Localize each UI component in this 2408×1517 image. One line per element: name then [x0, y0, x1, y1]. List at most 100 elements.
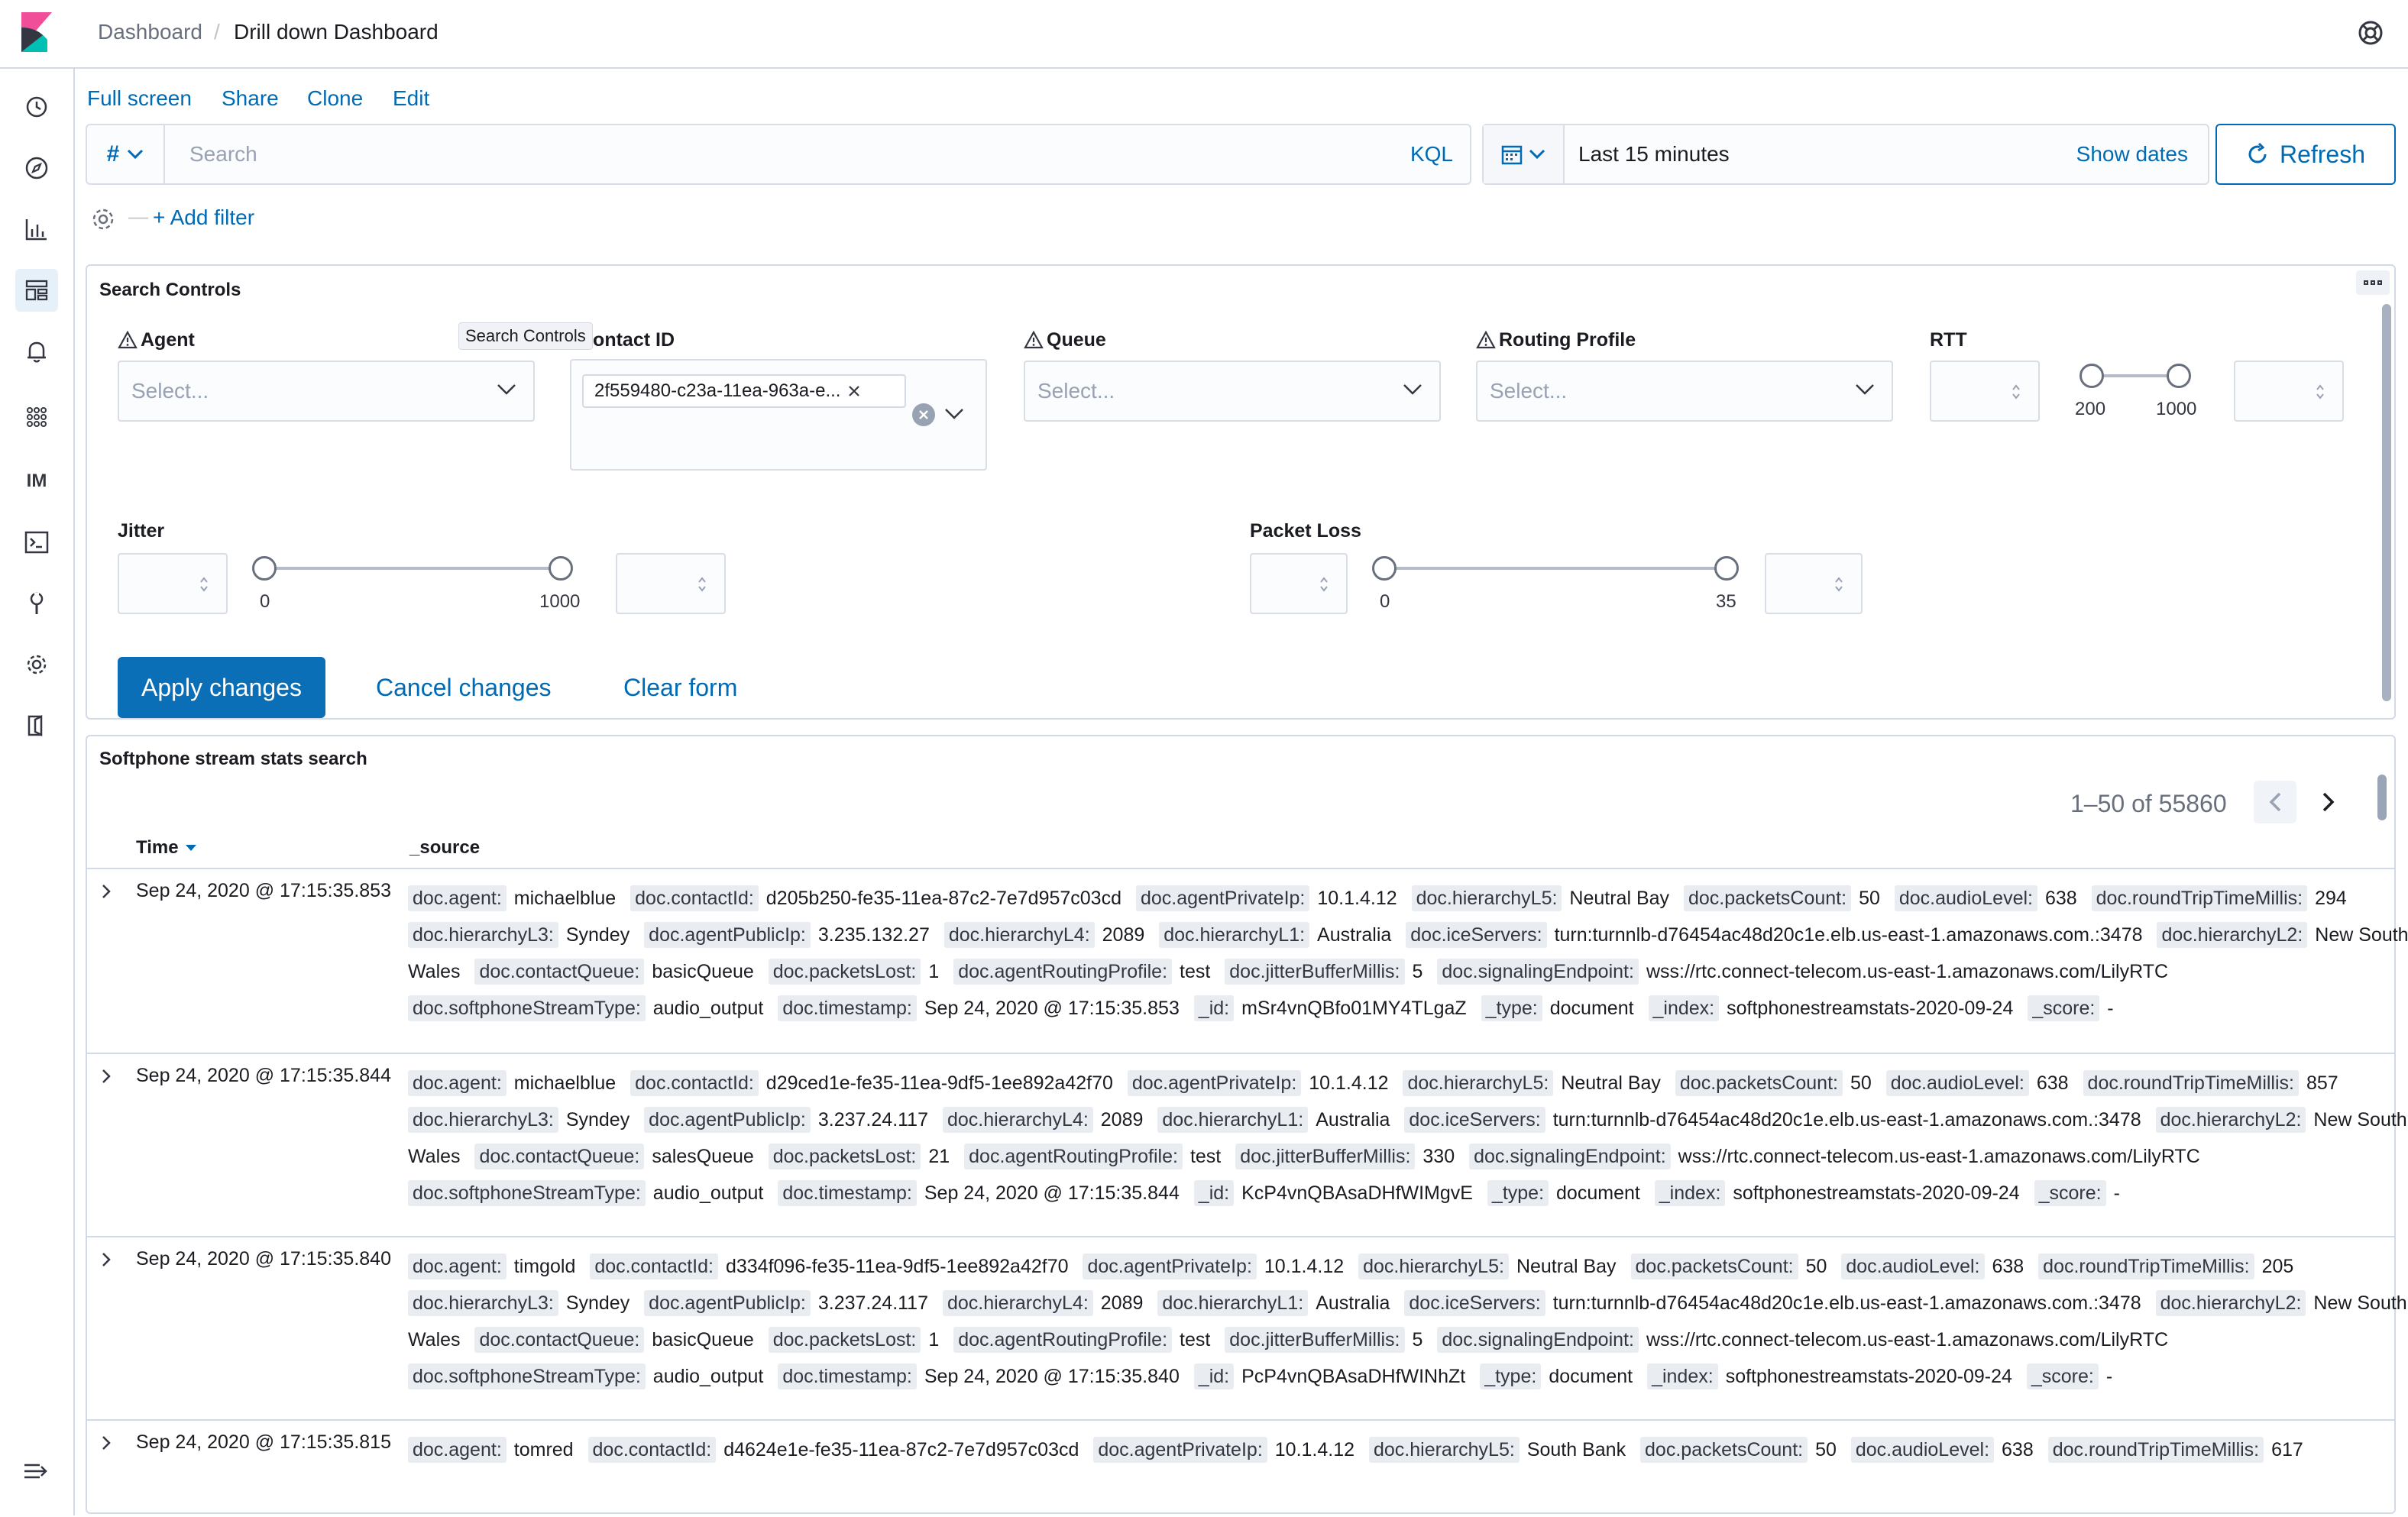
chevron-down-icon — [497, 384, 516, 395]
field-value: mSr4vnQBfo01MY4TLgaZ — [1241, 998, 1467, 1019]
routing-profile-select[interactable]: Select... — [1476, 361, 1893, 422]
queue-select[interactable]: Select... — [1024, 361, 1441, 422]
agent-select[interactable]: Select... — [118, 361, 535, 422]
im-plugin-icon[interactable]: IM — [15, 460, 58, 503]
field-key: doc.signalingEndpoint: — [1437, 1327, 1639, 1353]
field-value: 3.237.24.117 — [817, 1292, 928, 1314]
clear-form-button[interactable]: Clear form — [623, 672, 737, 703]
column-header-time[interactable]: Time — [136, 837, 197, 859]
apply-changes-button[interactable]: Apply changes — [118, 657, 325, 718]
alerting-bell-icon[interactable] — [15, 330, 58, 373]
clear-selection-icon[interactable] — [912, 403, 935, 426]
discover-icon[interactable] — [15, 147, 58, 189]
clone-link[interactable]: Clone — [307, 86, 363, 112]
field-key: _score: — [2034, 1180, 2106, 1206]
chevron-down-icon[interactable] — [944, 408, 964, 420]
apps-grid-icon[interactable] — [15, 396, 58, 438]
help-icon[interactable] — [2358, 20, 2384, 46]
kql-toggle[interactable]: KQL — [1410, 141, 1453, 168]
field-value: turn:turnnlb-d76454ac48d20c1e.elb.us-eas… — [1552, 1292, 2141, 1314]
jitter-min-handle[interactable] — [252, 556, 277, 581]
field-key: doc.hierarchyL5: — [1368, 1437, 1520, 1463]
controls-scrollbar[interactable] — [2382, 304, 2391, 701]
field-value: 3.235.132.27 — [817, 924, 930, 946]
field-key: doc.contactId: — [630, 885, 759, 911]
field-value: KcP4vnQBAsaDHfWIMgvE — [1241, 1182, 1473, 1204]
query-language-button[interactable]: # — [87, 125, 165, 183]
packet-loss-max-handle[interactable] — [1714, 556, 1739, 581]
add-filter-link[interactable]: + Add filter — [153, 205, 254, 231]
rtt-min-handle[interactable] — [2079, 364, 2104, 388]
warning-icon — [1024, 331, 1044, 349]
share-link[interactable]: Share — [222, 86, 279, 112]
field-value: michaelblue — [513, 1072, 617, 1094]
filter-settings-gear-icon[interactable] — [90, 206, 116, 232]
rtt-max-input[interactable] — [2234, 361, 2344, 422]
field-value: 50 — [1815, 1439, 1837, 1460]
field-value: 1 — [928, 961, 940, 982]
rtt-label: RTT — [1930, 328, 1967, 351]
field-value: 1 — [928, 1329, 940, 1350]
dashboard-icon[interactable] — [15, 269, 58, 312]
time-range-label: Last 15 minutes — [1578, 142, 1730, 166]
breadcrumb-dashboard[interactable]: Dashboard — [98, 18, 202, 46]
jitter-max-input[interactable] — [616, 553, 726, 614]
field-key: doc.hierarchyL5: — [1358, 1253, 1509, 1279]
expand-row-chevron-icon[interactable] — [101, 1251, 112, 1268]
field-key: doc.hierarchyL5: — [1411, 885, 1562, 911]
field-key: doc.audioLevel: — [1850, 1437, 1995, 1463]
packet-loss-max-input[interactable] — [1765, 553, 1863, 614]
field-key: _id: — [1193, 1363, 1235, 1389]
queue-label: Queue — [1024, 328, 1106, 351]
next-page-button[interactable] — [2307, 781, 2350, 823]
field-value: timgold — [513, 1256, 576, 1277]
jitter-min-input[interactable] — [118, 553, 228, 614]
field-key: doc.agent: — [408, 885, 507, 911]
panel-options-menu-icon[interactable] — [2356, 270, 2390, 295]
contact-id-label-text: Contact ID — [579, 329, 675, 351]
search-input[interactable] — [167, 125, 1374, 183]
contact-id-combobox[interactable]: 2f559480-c23a-11ea-963a-e... — [570, 359, 987, 471]
expand-row-chevron-icon[interactable] — [101, 883, 112, 900]
refresh-button[interactable]: Refresh — [2215, 124, 2396, 185]
row-time: Sep 24, 2020 @ 17:15:35.840 — [136, 1248, 391, 1270]
management-gear-icon[interactable] — [15, 643, 58, 686]
chip-close-icon[interactable] — [848, 385, 860, 397]
expand-row-chevron-icon[interactable] — [101, 1435, 112, 1451]
wrench-icon[interactable] — [15, 582, 58, 625]
field-value: Sep 24, 2020 @ 17:15:35.844 — [924, 1182, 1180, 1204]
field-key: doc.hierarchyL2: — [2155, 1290, 2306, 1316]
cancel-changes-button[interactable]: Cancel changes — [376, 672, 551, 703]
field-value: audio_output — [652, 1366, 764, 1387]
field-key: doc.agentRoutingProfile: — [953, 959, 1173, 985]
field-value: d205b250-fe35-11ea-87c2-7e7d957c03cd — [765, 888, 1121, 909]
collapse-nav-icon[interactable] — [23, 1462, 49, 1480]
field-value: 857 — [2306, 1072, 2338, 1094]
kibana-logo-icon[interactable] — [21, 12, 52, 52]
jitter-max-handle[interactable] — [549, 556, 573, 581]
packet-loss-min-input[interactable] — [1250, 553, 1348, 614]
visualize-icon[interactable] — [15, 208, 58, 251]
filter-separator: — — [128, 205, 148, 228]
full-screen-link[interactable]: Full screen — [87, 86, 192, 112]
field-value: softphonestreamstats-2020-09-24 — [1733, 1182, 2020, 1204]
field-key: doc.softphoneStreamType: — [408, 1363, 646, 1389]
field-value: test — [1189, 1146, 1222, 1167]
agent-label-text: Agent — [141, 329, 195, 351]
quick-date-menu-button[interactable] — [1484, 125, 1565, 183]
show-dates-link[interactable]: Show dates — [2076, 141, 2188, 168]
field-key: _index: — [1648, 995, 1720, 1021]
logout-icon[interactable] — [15, 704, 58, 747]
edit-link[interactable]: Edit — [393, 86, 429, 112]
rtt-min-input[interactable] — [1930, 361, 2040, 422]
recently-viewed-icon[interactable] — [15, 86, 58, 128]
field-value: michaelblue — [513, 888, 617, 909]
field-key: doc.hierarchyL5: — [1403, 1070, 1554, 1096]
rtt-max-handle[interactable] — [2167, 364, 2191, 388]
field-value: 638 — [1992, 1256, 2024, 1277]
previous-page-button[interactable] — [2254, 781, 2296, 823]
dev-tools-icon[interactable] — [15, 521, 58, 564]
table-scrollbar[interactable] — [2377, 775, 2387, 820]
packet-loss-min-handle[interactable] — [1372, 556, 1397, 581]
expand-row-chevron-icon[interactable] — [101, 1068, 112, 1085]
